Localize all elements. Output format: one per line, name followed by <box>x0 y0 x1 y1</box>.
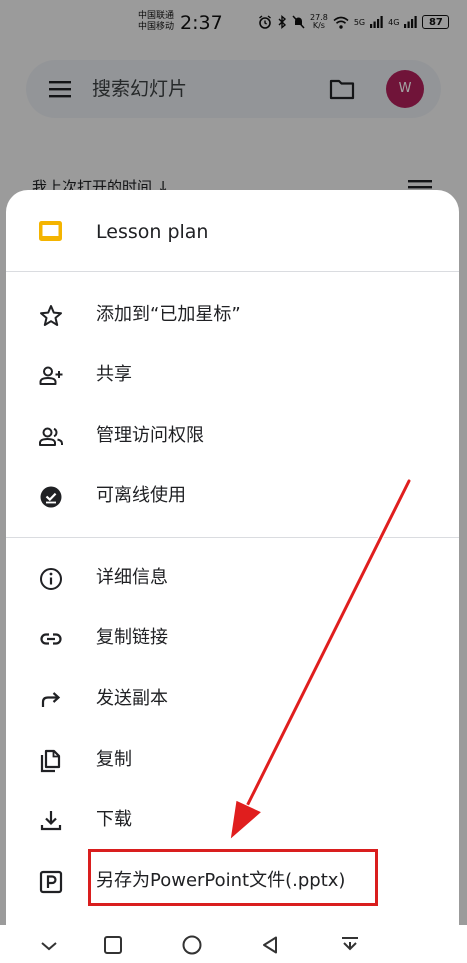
menu-item-send-copy[interactable]: 发送副本 <box>6 671 459 727</box>
forward-arrow-icon <box>41 692 61 707</box>
menu-item-label: 复制 <box>96 749 132 770</box>
menu-item-label: 添加到“已加星标” <box>96 304 241 325</box>
info-icon <box>40 568 62 590</box>
file-title: Lesson plan <box>96 221 209 243</box>
link-icon <box>40 633 62 645</box>
offline-check-icon <box>40 486 62 508</box>
system-navigation-bar <box>0 925 467 963</box>
file-options-sheet: Lesson plan 添加到“已加星标” 共享 管理访问权限 可离线使用 详细… <box>6 190 459 925</box>
home-square-icon[interactable] <box>101 933 125 957</box>
menu-item-copy-link[interactable]: 复制链接 <box>6 610 459 666</box>
menu-item-share[interactable]: 共享 <box>6 347 459 403</box>
slides-file-icon <box>39 221 62 241</box>
menu-item-label: 管理访问权限 <box>96 425 204 446</box>
annotation-highlight-box <box>88 849 378 906</box>
menu-item-label: 共享 <box>96 364 132 385</box>
notification-pull-icon[interactable] <box>338 933 362 957</box>
menu-item-details[interactable]: 详细信息 <box>6 550 459 606</box>
sheet-header: Lesson plan <box>6 190 459 271</box>
download-icon <box>40 811 62 831</box>
menu-item-copy[interactable]: 复制 <box>6 732 459 788</box>
menu-item-manage-access[interactable]: 管理访问权限 <box>6 408 459 464</box>
menu-item-add-star[interactable]: 添加到“已加星标” <box>6 287 459 343</box>
menu-item-offline[interactable]: 可离线使用 <box>6 468 459 524</box>
header-divider <box>6 271 459 272</box>
home-circle-icon[interactable] <box>180 933 204 957</box>
menu-item-label: 下载 <box>96 809 132 830</box>
copy-icon <box>40 749 61 773</box>
star-icon <box>40 305 62 326</box>
menu-item-label: 详细信息 <box>96 567 168 588</box>
add-person-icon <box>39 366 63 385</box>
people-icon <box>39 427 63 446</box>
back-triangle-icon[interactable] <box>258 933 282 957</box>
powerpoint-icon <box>39 870 63 894</box>
collapse-icon[interactable] <box>37 933 61 957</box>
menu-item-label: 可离线使用 <box>96 485 186 506</box>
menu-item-label: 复制链接 <box>96 627 168 648</box>
menu-item-label: 发送副本 <box>96 688 168 709</box>
menu-item-download[interactable]: 下载 <box>6 792 459 848</box>
group-divider <box>6 537 459 538</box>
